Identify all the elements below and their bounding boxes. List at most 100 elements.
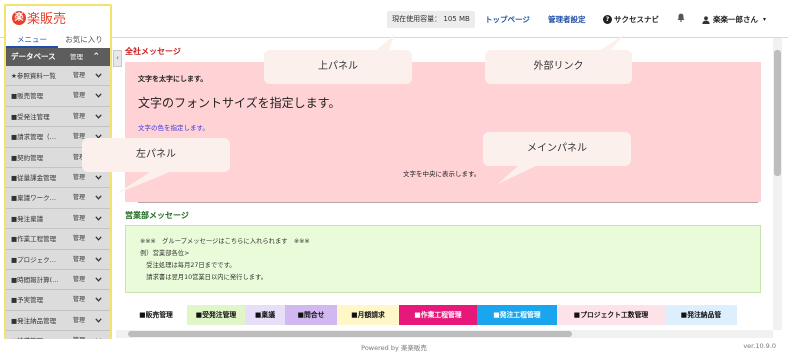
sidebar-menu-item-label: ■請求管理（… [11, 133, 57, 142]
sidebar-menu-list: ★参照資料一覧 管理 ■販売管理 管理 ■受発注管理 管理 ■請求管理（… 管理 ■契約管理 管理… [6, 66, 110, 352]
tab-menu[interactable]: メニュー [6, 32, 58, 48]
vertical-scroll-thumb[interactable] [774, 50, 781, 176]
sidebar-menu-item-label: ■プロジェク… [11, 255, 57, 264]
company-message-panel: 文字を太字にします。 文字のフォントサイズを指定します。 文字の色を指定します。… [125, 62, 761, 203]
centered-text: 文字を中央に表示します。 [403, 170, 481, 178]
sidebar-menu-item[interactable]: ■発注稟議 管理 [6, 208, 110, 230]
sidebar-menu-item[interactable]: ■受発注管理 管理 [6, 106, 110, 128]
bold-text: 文字を太字にします。 [138, 75, 208, 83]
admin-badge[interactable]: 管理 [73, 66, 85, 85]
database-tab[interactable]: ■受発注管理 [187, 305, 245, 325]
database-tab[interactable]: ■稟議 [245, 305, 285, 325]
chevron-down-icon[interactable] [95, 318, 102, 323]
sidebar-menu-item-label: ■受発注管理 [11, 112, 50, 121]
tab-favorites[interactable]: お気に入り [58, 32, 110, 48]
admin-badge[interactable]: 管理 [73, 168, 85, 187]
sidebar-menu-item-label: ■稟議ワーク… [11, 194, 57, 203]
sales-message-title: 営業部メッセージ [125, 211, 189, 220]
database-tab[interactable]: ■プロジェクト工数管理 [557, 305, 665, 325]
main-panel: 全社メッセージ 文字を太字にします。 文字のフォントサイズを指定します。 文字の… [122, 38, 773, 328]
logo-mark: 楽 [12, 10, 26, 25]
sidebar-menu-item[interactable]: ★参照資料一覧 管理 [6, 66, 110, 87]
storage-usage: 現在使用容量： 105 MB [387, 11, 475, 28]
vertical-scrollbar[interactable] [773, 38, 782, 330]
bell-icon[interactable] [677, 13, 685, 22]
database-tab-strip: ■販売管理 ■受発注管理 ■稟議 ■問合せ ■月額請求 ■作業工程管理 ■発注工程管理 ■プロ… [125, 305, 785, 325]
database-section-header[interactable]: データベース 管理 ⌃ [6, 48, 110, 66]
sidebar-menu-item[interactable]: ■発注納品管理 管理 [6, 310, 110, 332]
company-message-title: 全社メッセージ [125, 47, 181, 56]
caret-down-icon: ▾ [763, 16, 767, 23]
sidebar-menu-item-label: ■発注納品管理 [11, 316, 57, 325]
user-name: 楽楽一郎さん [713, 15, 758, 24]
version-label: ver.10.9.0 [743, 342, 776, 350]
top-header: 楽 楽販売 現在使用容量： 105 MB トップページ 管理者設定 ? サクセス… [0, 0, 788, 38]
admin-badge[interactable]: 管理 [73, 290, 85, 309]
chevron-down-icon[interactable] [95, 297, 102, 302]
sidebar-tabs: メニュー お気に入り [6, 32, 110, 48]
sales-line: 請求書は翌月10営業日以内に発行します。 [140, 274, 268, 281]
horizontal-scroll-thumb[interactable] [128, 331, 572, 337]
app-logo[interactable]: 楽 楽販売 [12, 8, 66, 27]
admin-badge[interactable]: 管理 [73, 107, 85, 126]
sidebar-menu-item[interactable]: ■予実管理 管理 [6, 290, 110, 311]
chevron-down-icon[interactable] [95, 277, 102, 282]
user-menu[interactable]: 楽楽一郎さん ▾ [702, 14, 766, 25]
chevron-down-icon[interactable] [95, 93, 102, 99]
success-navi-label: サクセスナビ [614, 15, 659, 24]
section-admin-badge[interactable]: 管理 [70, 48, 83, 66]
sidebar-menu-item-label: ■販売管理 [11, 92, 44, 101]
chevron-down-icon[interactable] [95, 195, 102, 201]
main-panel-callout: メインパネル [483, 132, 631, 166]
database-tab[interactable]: ■発注工程管理 [477, 305, 557, 325]
sales-line: ※※※ グループメッセージはこちらに入れられます ※※※ [140, 238, 310, 245]
sidebar-menu-item[interactable]: ■販売管理 管理 [6, 86, 110, 107]
section-label: データベース [11, 52, 56, 61]
powered-by: Powered by 楽楽販売 [361, 344, 427, 352]
left-panel-callout: 左パネル [82, 138, 230, 172]
admin-badge[interactable]: 管理 [73, 229, 85, 248]
colored-text: 文字の色を指定します。 [138, 124, 209, 132]
success-navi-link[interactable]: ? サクセスナビ [603, 14, 659, 25]
chevron-down-icon[interactable] [95, 114, 102, 119]
chevron-down-icon[interactable] [95, 236, 102, 241]
chevron-up-icon[interactable]: ⌃ [92, 48, 100, 66]
admin-badge[interactable]: 管理 [73, 270, 85, 289]
sidebar-menu-item-label: ■予実管理 [11, 296, 44, 305]
sales-message-panel: ※※※ グループメッセージはこちらに入れられます ※※※ 例）営業部各位> 受注… [125, 225, 761, 293]
admin-settings-link[interactable]: 管理者設定 [548, 14, 586, 25]
horizontal-scrollbar[interactable] [116, 330, 773, 338]
chevron-down-icon[interactable] [95, 256, 102, 262]
user-icon [702, 15, 710, 24]
external-link-callout: 外部リンク [485, 50, 632, 84]
sidebar-menu-item-label: ■契約管理 [11, 153, 44, 162]
sidebar-menu-item[interactable]: ■稟議ワーク… 管理 [6, 188, 110, 209]
chevron-down-icon[interactable] [95, 73, 102, 78]
collapse-sidebar-button[interactable]: ‹ [113, 50, 122, 67]
sidebar-menu-item-label: ■従量課金管理 [11, 173, 57, 182]
database-tab[interactable]: ■販売管理 [125, 305, 187, 325]
sidebar-menu-item[interactable]: ■プロジェク… 管理 [6, 249, 110, 270]
logo-text: 楽販売 [27, 12, 67, 27]
database-tab[interactable]: ■作業工程管理 [399, 305, 477, 325]
admin-badge[interactable]: 管理 [73, 311, 85, 330]
sidebar-menu-item-label: ■発注稟議 [11, 214, 44, 223]
admin-badge[interactable]: 管理 [73, 86, 85, 105]
divider [138, 202, 758, 203]
top-page-link[interactable]: トップページ [485, 14, 530, 25]
footer: Powered by 楽楽販売 ver.10.9.0 [0, 339, 788, 356]
admin-badge[interactable]: 管理 [73, 188, 85, 207]
database-tab[interactable]: ■問合せ [285, 305, 337, 325]
admin-badge[interactable]: 管理 [73, 209, 85, 228]
chevron-down-icon[interactable] [95, 216, 102, 221]
sales-line: 例）営業部各位> [140, 250, 190, 257]
admin-badge[interactable]: 管理 [73, 250, 85, 269]
sidebar-menu-item[interactable]: ■時間報計算(… 管理 [6, 269, 110, 291]
sidebar-menu-item-label: ★参照資料一覧 [11, 72, 56, 80]
database-tab[interactable]: ■月額請求 [337, 305, 399, 325]
chevron-down-icon[interactable] [95, 175, 102, 180]
large-text: 文字のフォントサイズを指定します。 [138, 96, 341, 110]
sidebar-menu-item[interactable]: ■作業工程管理 管理 [6, 229, 110, 250]
database-tab[interactable]: ■発注納品管 [665, 305, 737, 325]
sidebar-menu-item-label: ■作業工程管理 [11, 235, 57, 244]
